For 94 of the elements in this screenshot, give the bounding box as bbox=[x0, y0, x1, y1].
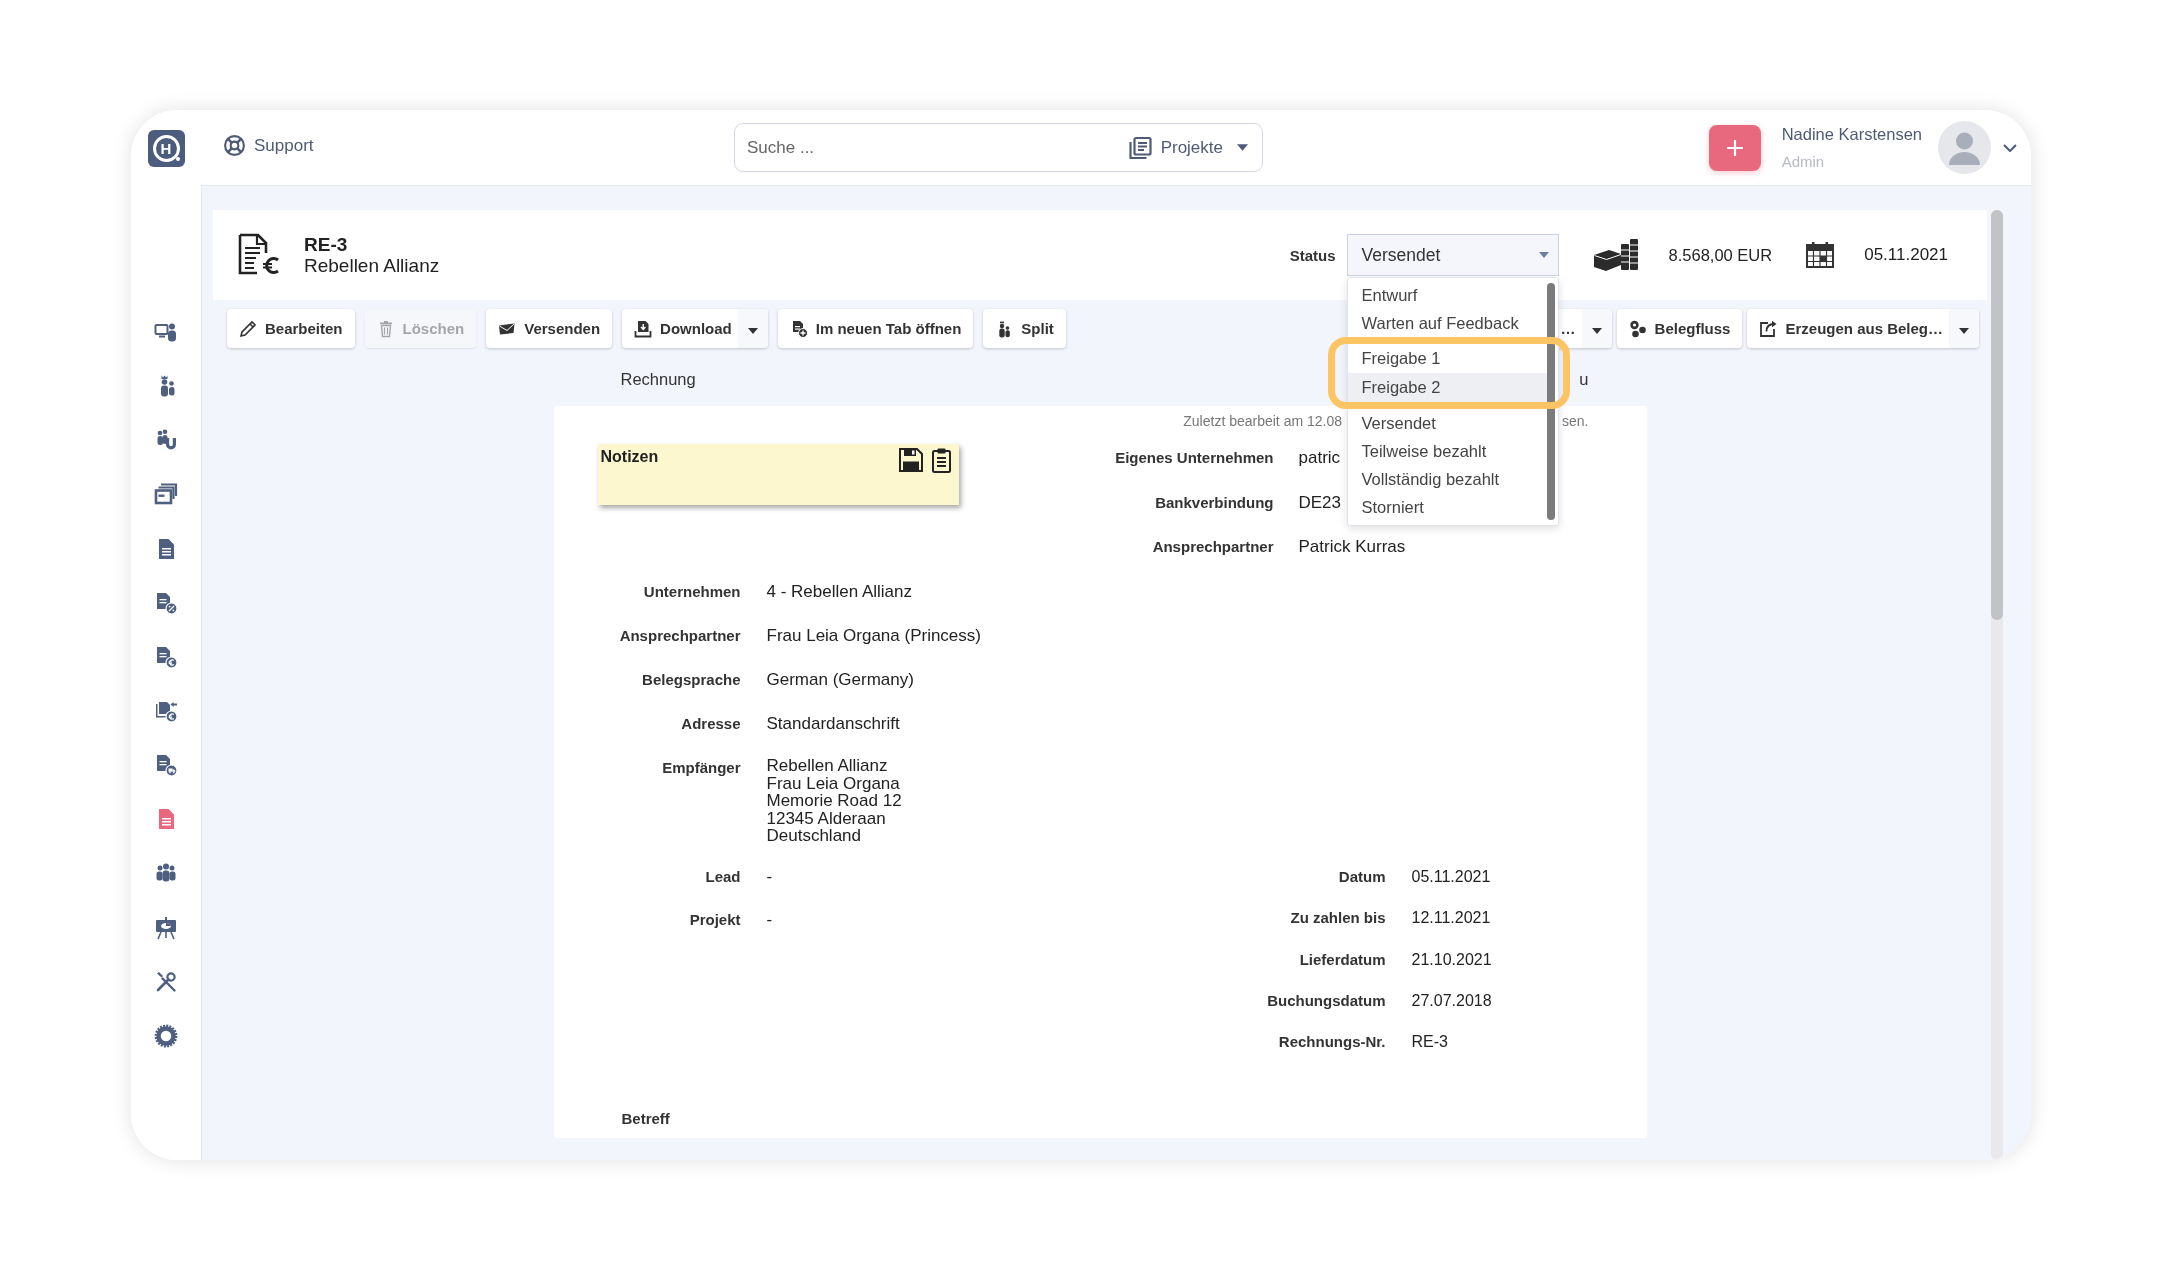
user-name: Nadine Karstensen bbox=[1781, 124, 1922, 145]
menu-option[interactable]: Teilweise bezahlt bbox=[1347, 437, 1558, 465]
menu-option[interactable]: Freigabe 1 bbox=[1347, 344, 1547, 373]
caret-down-icon bbox=[1237, 144, 1248, 151]
dropdown-toggle[interactable] bbox=[1581, 309, 1612, 348]
clipboard-icon[interactable] bbox=[931, 448, 951, 473]
support-link[interactable]: Support bbox=[223, 134, 314, 157]
save-icon[interactable] bbox=[898, 448, 923, 472]
document-flow-button[interactable]: Belegfluss bbox=[1616, 309, 1743, 348]
field-label: Datum bbox=[1338, 867, 1386, 887]
field-value: 21.10.2021 bbox=[1411, 949, 1492, 970]
menu-option[interactable]: Entwurf bbox=[1347, 281, 1558, 309]
field-label: Unternehmen bbox=[643, 582, 741, 602]
scrollbar-thumb[interactable] bbox=[1991, 210, 2003, 620]
field-label: Lieferdatum bbox=[1299, 949, 1386, 970]
field-label: Eigenes Unternehmen bbox=[1115, 448, 1274, 468]
field-value: patric bbox=[1298, 447, 1341, 469]
pencil-icon bbox=[239, 319, 257, 338]
field-label: Zu zahlen bis bbox=[1290, 908, 1386, 929]
menu-scrollbar-thumb[interactable] bbox=[1546, 283, 1555, 520]
document-percent-icon[interactable] bbox=[154, 590, 178, 615]
caret-down-icon bbox=[1959, 328, 1969, 334]
menu-option[interactable]: Vollständig bezahlt bbox=[1347, 465, 1558, 493]
send-button[interactable]: Versenden bbox=[486, 309, 613, 348]
caret-down-icon bbox=[747, 328, 758, 334]
caption-text: Rechnung bbox=[620, 369, 696, 390]
user-role: Admin bbox=[1781, 152, 1826, 172]
dropdown-toggle[interactable] bbox=[737, 309, 768, 348]
last-edited-text: sen. bbox=[1562, 413, 1589, 429]
presentation-board-icon[interactable] bbox=[154, 915, 178, 940]
field-value: 4 - Rebellen Allianz bbox=[766, 581, 913, 603]
menu-option[interactable]: Freigabe 2 bbox=[1347, 373, 1547, 402]
new-tab-button[interactable]: Im neuen Tab öffnen bbox=[777, 309, 974, 348]
plus-icon bbox=[1725, 138, 1744, 157]
edit-button[interactable]: Bearbeiten bbox=[227, 309, 355, 348]
menu-option[interactable]: Versendet bbox=[1347, 409, 1558, 437]
field-value: 27.07.2018 bbox=[1411, 990, 1492, 1011]
subject-label: Betreff bbox=[621, 1110, 670, 1127]
last-edited-text: Zuletzt bearbeit am 12.08 bbox=[1183, 413, 1343, 429]
scope-dropdown[interactable]: Projekte bbox=[1127, 135, 1248, 160]
tools-icon[interactable] bbox=[154, 969, 178, 994]
field-label: Adresse bbox=[681, 714, 741, 734]
field-label: Lead bbox=[705, 867, 741, 887]
field-value: Patrick Kurras bbox=[1298, 536, 1406, 558]
chevron-down-icon[interactable] bbox=[2003, 143, 2017, 152]
field-value: Frau Leia Organa (Princess) bbox=[766, 625, 981, 647]
field-label: Ansprechpartner bbox=[1152, 537, 1274, 557]
field-label: Empfänger bbox=[662, 758, 741, 778]
field-label: Projekt bbox=[689, 910, 741, 930]
menu-option[interactable]: Storniert bbox=[1347, 493, 1558, 521]
address-text: Rebellen Allianz Frau Leia Organa Memorie Road 12 12345 Alderaan Deutschland bbox=[766, 757, 902, 845]
notes-title: Notizen bbox=[600, 448, 659, 466]
create-from-button[interactable]: Erzeugen aus Beleg… bbox=[1747, 309, 1979, 348]
caret-down-icon bbox=[1538, 252, 1549, 258]
field-value: German (Germany) bbox=[766, 669, 914, 691]
caption-text: u bbox=[1579, 369, 1589, 390]
logo[interactable]: H bbox=[147, 130, 185, 167]
field-label: Buchungsdatum bbox=[1267, 990, 1386, 1011]
circles-icon bbox=[1628, 319, 1647, 338]
field-value: - bbox=[766, 866, 773, 888]
date-text: 05.11.2021 bbox=[1864, 245, 1948, 265]
field-value: RE-3 bbox=[1411, 1032, 1448, 1052]
document-truck-icon[interactable] bbox=[154, 753, 178, 778]
list-icon bbox=[1127, 135, 1152, 160]
amount-text: 8.568,00 EUR bbox=[1668, 245, 1773, 265]
status-select[interactable]: Versendet bbox=[1346, 234, 1559, 276]
invoice-euro-icon bbox=[236, 233, 280, 277]
field-value: - bbox=[766, 909, 773, 931]
split-button[interactable]: Split bbox=[983, 309, 1066, 348]
document-euro-icon[interactable] bbox=[154, 644, 178, 669]
lifebuoy-icon bbox=[223, 134, 246, 157]
add-button[interactable] bbox=[1708, 124, 1761, 171]
field-value: DE23 bbox=[1298, 491, 1342, 514]
field-label: Belegsprache bbox=[642, 670, 741, 690]
field-label: Rechnungs-Nr. bbox=[1278, 1032, 1386, 1052]
download-button[interactable]: Download bbox=[622, 309, 768, 348]
download-tray-icon bbox=[634, 319, 653, 338]
field-label: Bankverbindung bbox=[1155, 492, 1274, 513]
calendar-icon bbox=[1806, 242, 1835, 268]
documents-euro-icon[interactable] bbox=[154, 699, 178, 723]
caret-down-icon bbox=[1591, 328, 1602, 334]
field-label: Ansprechpartner bbox=[619, 626, 741, 646]
document-number: RE-3 bbox=[304, 234, 349, 255]
field-value: Standardanschrift bbox=[766, 713, 900, 735]
gear-icon[interactable] bbox=[154, 1023, 178, 1048]
field-value: 12.11.2021 bbox=[1411, 908, 1491, 929]
money-stack-icon bbox=[1592, 237, 1639, 273]
status-label: Status bbox=[1289, 246, 1336, 264]
windows-icon[interactable] bbox=[154, 482, 178, 507]
search-field[interactable]: Suche ... Projekte bbox=[734, 123, 1263, 172]
dropdown-toggle[interactable] bbox=[1949, 309, 1979, 348]
company-name: Rebellen Allianz bbox=[304, 254, 440, 276]
export-arrow-icon bbox=[1759, 319, 1778, 338]
field-value: 05.11.2021 bbox=[1411, 867, 1491, 887]
